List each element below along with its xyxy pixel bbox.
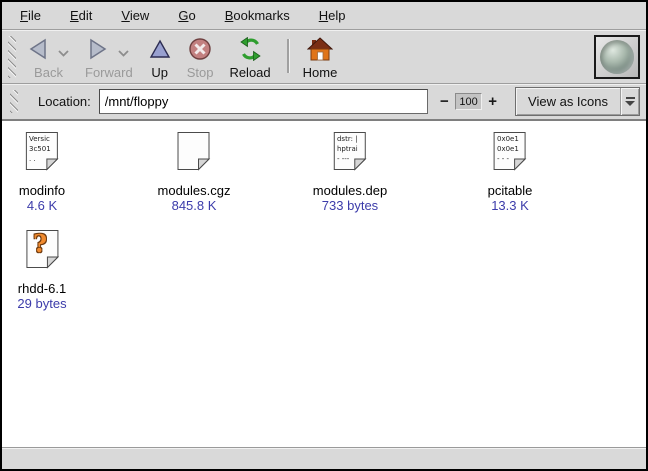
menu-help[interactable]: Help [309,3,356,28]
chevron-down-icon[interactable] [620,88,639,115]
toolbar-grip-handle[interactable] [8,36,16,78]
text-file-icon: 0x0e1 0x0e1 - - - [493,131,527,171]
zoom-out-button[interactable]: − [436,93,453,110]
icon-preview-line: 3c501 [29,144,53,154]
file-name: modinfo [19,183,65,198]
up-label: Up [151,65,168,80]
file-item-modules-cgz[interactable]: modules.cgz 845.8 K [158,131,231,213]
text-file-icon: dstr: | hptrai - --- [333,131,367,171]
zoom-in-button[interactable]: + [484,93,501,110]
menu-view[interactable]: View [111,3,159,28]
file-size: 733 bytes [313,198,387,213]
file-size: 29 bytes [17,296,66,311]
location-label: Location: [38,94,91,109]
view-mode-label: View as Icons [516,88,620,115]
plain-file-icon [177,131,211,171]
menu-bookmarks[interactable]: Bookmarks [215,3,300,28]
forward-dropdown-chevron-icon[interactable] [118,50,129,57]
up-triangle-icon [149,38,171,60]
forward-arrow-icon [88,38,108,60]
throbber [594,35,640,79]
unknown-file-question-icon: ? [25,229,59,269]
forward-label: Forward [85,65,133,80]
file-name: modules.cgz [158,183,231,198]
icon-preview-line: 0x0e1 [497,134,521,144]
file-size: 13.3 K [488,198,533,213]
reload-icon [238,37,263,61]
text-file-icon: Versic 3c501 . . [25,131,59,171]
toolbar-separator [287,39,289,73]
icon-preview-line: 0x0e1 [497,144,521,154]
file-size: 845.8 K [158,198,231,213]
forward-button[interactable]: Forward [79,33,139,81]
file-item-pcitable[interactable]: 0x0e1 0x0e1 - - - pcitable 13.3 K [488,131,533,213]
reload-label: Reload [229,65,270,80]
icon-preview-line: Versic [29,134,53,144]
location-bar-grip-handle[interactable] [10,90,18,113]
stop-button[interactable]: Stop [181,33,220,81]
back-dropdown-chevron-icon[interactable] [58,50,69,57]
icon-preview-line: . . [29,154,53,164]
throbber-sphere-icon [600,40,634,74]
status-bar [2,447,646,469]
question-mark-glyph: ? [25,229,55,258]
location-input[interactable] [99,89,428,114]
menu-edit[interactable]: Edit [60,3,102,28]
menu-go[interactable]: Go [168,3,205,28]
icon-preview-line: dstr: | [337,134,361,144]
file-view: Versic 3c501 . . modinfo 4.6 K modules.c… [2,120,646,447]
reload-button[interactable]: Reload [223,33,276,81]
back-label: Back [34,65,63,80]
menu-file[interactable]: File [10,3,51,28]
toolbar: Back Forward Up [2,30,646,84]
home-icon [307,37,333,61]
file-name: modules.dep [313,183,387,198]
back-button[interactable]: Back [22,33,75,81]
file-name: rhdd-6.1 [17,281,66,296]
file-item-modinfo[interactable]: Versic 3c501 . . modinfo 4.6 K [19,131,65,213]
back-arrow-icon [28,38,48,60]
home-label: Home [303,65,338,80]
icon-preview-line: hptrai [337,144,361,154]
file-item-rhdd[interactable]: ? rhdd-6.1 29 bytes [17,229,66,311]
stop-icon [188,37,212,61]
up-button[interactable]: Up [143,33,177,81]
file-item-modules-dep[interactable]: dstr: | hptrai - --- modules.dep 733 byt… [313,131,387,213]
file-size: 4.6 K [19,198,65,213]
file-manager-window: File Edit View Go Bookmarks Help Back [0,0,648,471]
icon-preview-line: - - - [497,154,521,164]
zoom-level-indicator: 100 [455,93,483,110]
location-bar: Location: − 100 + View as Icons [2,84,646,120]
icon-preview-line: - --- [337,154,361,164]
file-name: pcitable [488,183,533,198]
home-button[interactable]: Home [297,33,344,81]
stop-label: Stop [187,65,214,80]
view-mode-select[interactable]: View as Icons [515,87,640,116]
menu-bar: File Edit View Go Bookmarks Help [2,2,646,30]
